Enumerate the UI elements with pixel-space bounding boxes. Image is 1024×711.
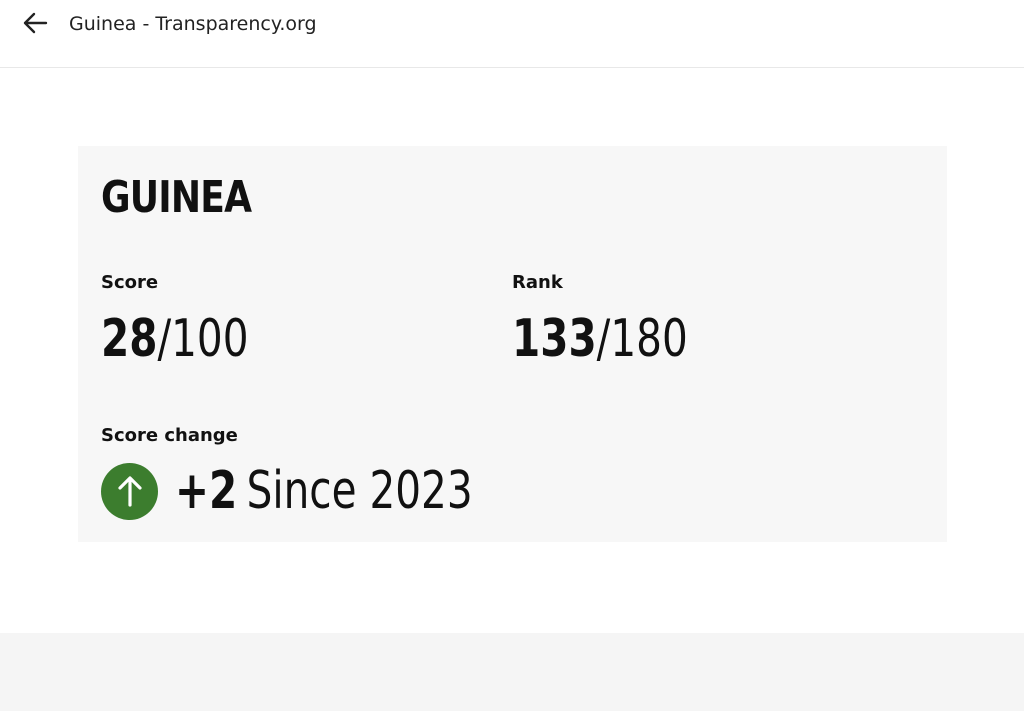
rank-number: 133 (512, 309, 597, 369)
score-out-of: /100 (157, 309, 249, 369)
score-since: Since 2023 (246, 461, 473, 521)
footer-band (0, 633, 1024, 711)
rank-label: Rank (512, 272, 563, 293)
arrow-left-icon (21, 9, 49, 42)
country-name: GUINEA (101, 172, 252, 223)
score-label: Score (101, 272, 159, 293)
score-change-row: +2 Since 2023 (101, 461, 557, 521)
page-title: Guinea - Transparency.org (69, 13, 317, 35)
app-bar: Guinea - Transparency.org (0, 0, 1024, 68)
score-value: 28/100 (101, 309, 249, 369)
rank-out-of: /180 (596, 309, 688, 369)
score-change-value: +2 Since 2023 (175, 461, 473, 521)
score-delta: +2 (175, 461, 238, 521)
back-button[interactable] (18, 8, 52, 42)
score-change-label: Score change (101, 425, 238, 446)
score-number: 28 (101, 309, 158, 369)
country-score-card: GUINEA Score 28/100 Rank 133/180 Score c… (78, 146, 947, 542)
arrow-up-circle-icon (101, 462, 158, 520)
rank-value: 133/180 (512, 309, 688, 369)
